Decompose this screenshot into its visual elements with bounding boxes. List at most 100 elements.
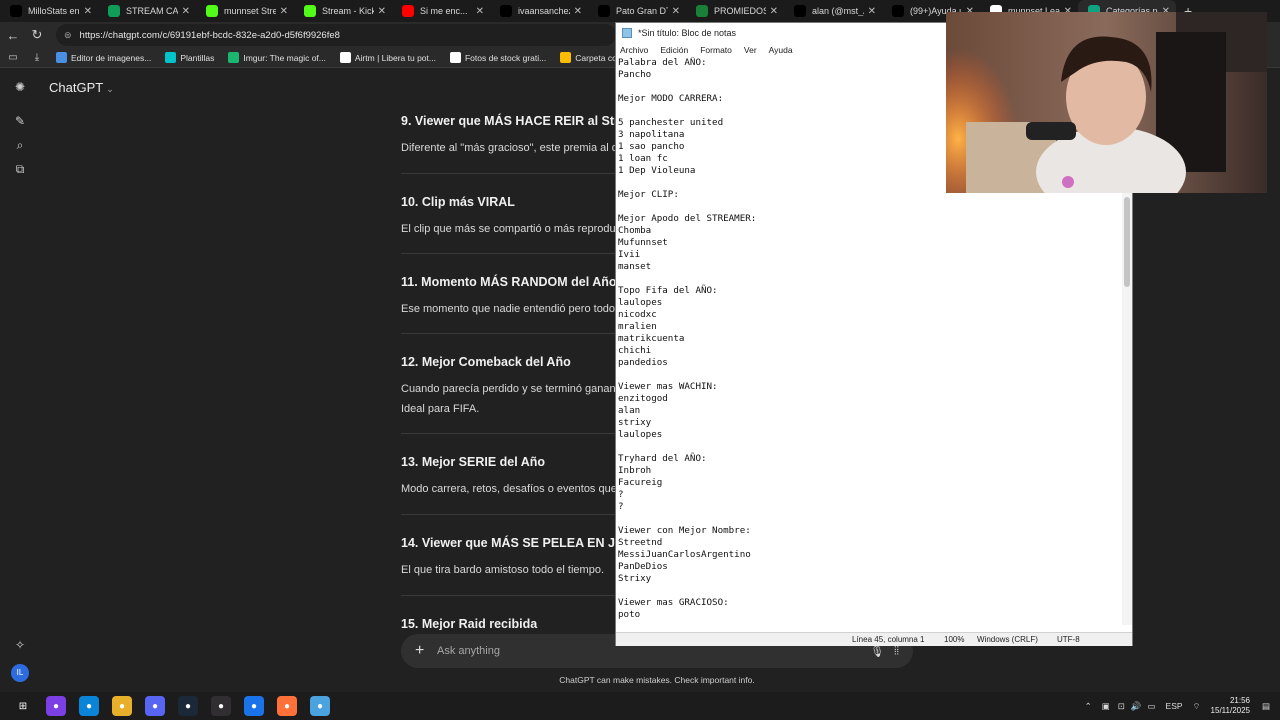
browser-tab[interactable]: MilloStats en X ✕ [0,0,98,22]
bookmark-item[interactable]: Imgur: The magic of... [228,52,326,63]
reload-icon[interactable]: ↻ [26,27,48,43]
close-icon[interactable]: ✕ [476,6,484,17]
microphone-icon[interactable]: 🎙 [870,645,884,658]
close-icon[interactable]: ✕ [182,6,190,17]
browser-tab[interactable]: alan (@mst_Al... ✕ [784,0,882,22]
notepad-line [618,441,1122,453]
edge-icon[interactable]: ● [79,696,99,716]
url-input[interactable]: ⊜ https://chatgpt.com/c/69191ebf-bcdc-83… [56,24,616,46]
notepad-icon[interactable]: ● [310,696,330,716]
kick-icon [206,5,218,17]
obs-icon[interactable]: ● [211,696,231,716]
bookmark-label: Plantillas [180,52,215,63]
steam-icon[interactable]: ● [178,696,198,716]
browser-tab[interactable]: munnset Stream ✕ [196,0,294,22]
composer-input[interactable]: Ask anything [437,645,870,657]
upgrade-icon[interactable]: ✧ [12,638,28,654]
bookmark-favicon-icon [339,52,351,63]
bookmark-item[interactable]: Editor de imagenes... [56,52,151,63]
close-icon[interactable]: ✕ [378,6,386,17]
model-selector[interactable]: ChatGPT ⌄ [49,80,114,95]
encoding: UTF-8 [1057,635,1080,644]
search-icon[interactable]: ⌕ [12,138,28,154]
notepad-icon [622,27,632,38]
firefox-icon[interactable]: ● [277,696,297,716]
notifications-icon[interactable]: ▤ [1262,701,1270,712]
notepad-menu-item[interactable]: Ayuda [769,45,793,55]
notepad-line: ? [618,501,624,512]
chrome-icon[interactable]: ● [244,696,264,716]
browser-tab[interactable]: STREAM CALENDARIO ✕ [98,0,196,22]
close-icon[interactable]: ✕ [770,6,778,17]
language-indicator[interactable]: ESP [1166,701,1183,711]
clock[interactable]: 21:56 15/11/2025 [1211,696,1250,716]
notepad-menu-item[interactable]: Ver [744,45,757,55]
section-body-line: Cuando parecía perdido y se terminó gana… [401,383,622,395]
bookmark-item[interactable]: Fotos de stock grati... [449,52,546,63]
bookmark-label: Editor de imagenes... [71,52,152,63]
notepad-line: PanDeDios [618,561,668,572]
chevron-up-icon[interactable]: ⌃ [1085,701,1092,712]
app-tray-icon[interactable]: ▣ [1102,701,1110,712]
browser-tab[interactable]: PROMIEDOS - ✕ [686,0,784,22]
wifi-icon[interactable]: ⌔ [1193,701,1201,712]
x-icon [598,5,610,17]
x-icon [10,5,22,17]
tab-label: Pato Gran DT [616,6,668,16]
scroll-thumb[interactable] [1124,197,1130,287]
youtube-icon [402,5,414,17]
tab-label: alan (@mst_Al... [812,6,864,16]
tab-label: Si me enc... [420,6,468,16]
discord-icon[interactable]: ● [145,696,165,716]
notepad-line: nicodxc [618,309,657,320]
notepad-title: *Sin título: Bloc de notas [638,27,737,38]
webcam-overlay [946,12,1267,193]
notepad-menu-item[interactable]: Archivo [620,45,648,55]
zoom-level: 100% [944,635,965,644]
plus-icon[interactable]: + [415,642,429,660]
bookmark-item[interactable]: Airtm | Libera tu pot... [339,52,436,63]
close-icon[interactable]: ✕ [84,6,92,17]
notepad-menu-item[interactable]: Formato [700,45,732,55]
webcam-image [946,12,1267,193]
chatgpt-sidebar: ✺ ✎ ⌕ ⧉ ✧ IL [0,68,40,692]
close-icon[interactable]: ✕ [280,6,288,17]
notepad-line [618,201,1122,213]
back-icon[interactable]: ← [2,28,24,43]
notepad-line: alan [618,405,641,416]
site-info-icon[interactable]: ⊜ [64,30,72,41]
chatgpt-logo-icon[interactable]: ✺ [12,80,28,96]
bookmark-favicon-icon [56,52,67,63]
notepad-status-bar: Línea 45, columna 1 100% Windows (CRLF) … [616,632,1132,646]
network-icon[interactable]: ⊡ [1118,701,1125,712]
notepad-menu-item[interactable]: Edición [660,45,688,55]
menu-icon[interactable]: ▭ [2,52,24,63]
file-explorer-icon[interactable]: ● [112,696,132,716]
close-icon[interactable]: ✕ [574,6,582,17]
close-icon[interactable]: ✕ [672,6,680,17]
battery-icon[interactable]: ▭ [1148,701,1156,712]
notepad-line: Tryhard del AÑO: [618,453,707,464]
download-icon[interactable]: ⤓ [26,52,48,63]
avatar[interactable]: IL [11,664,29,682]
voice-mode-icon[interactable]: ⦙⦙ [894,645,899,658]
browser-tab[interactable]: Si me enc... ✕ [392,0,490,22]
bookmark-label: Imgur: The magic of... [243,52,326,63]
copilot-icon[interactable]: ● [46,696,66,716]
notepad-line: Topo Fifa del AÑO: [618,285,718,296]
close-icon[interactable]: ✕ [868,6,876,17]
notepad-line: Chomba [618,225,652,236]
browser-tab[interactable]: ivaansanchez ✕ [490,0,588,22]
bookmark-item[interactable]: Plantillas [165,52,214,63]
new-chat-icon[interactable]: ✎ [12,114,28,130]
browser-tab[interactable]: Pato Gran DT ✕ [588,0,686,22]
notepad-line: laulopes [618,297,663,308]
notepad-line [618,513,1122,525]
browser-tab[interactable]: Stream - Kick ✕ [294,0,392,22]
speaker-icon[interactable]: 🔊 [1131,701,1142,712]
system-tray: ⌃ ▣ ⊡ 🔊 ▭ ESP ⌔ 21:56 15/11/2025 ▤ [1085,692,1280,720]
notepad-line: Facureig [618,477,663,488]
notepad-line: Streetnd [618,537,663,548]
library-icon[interactable]: ⧉ [12,162,28,178]
windows-icon[interactable]: ⊞ [13,696,33,716]
